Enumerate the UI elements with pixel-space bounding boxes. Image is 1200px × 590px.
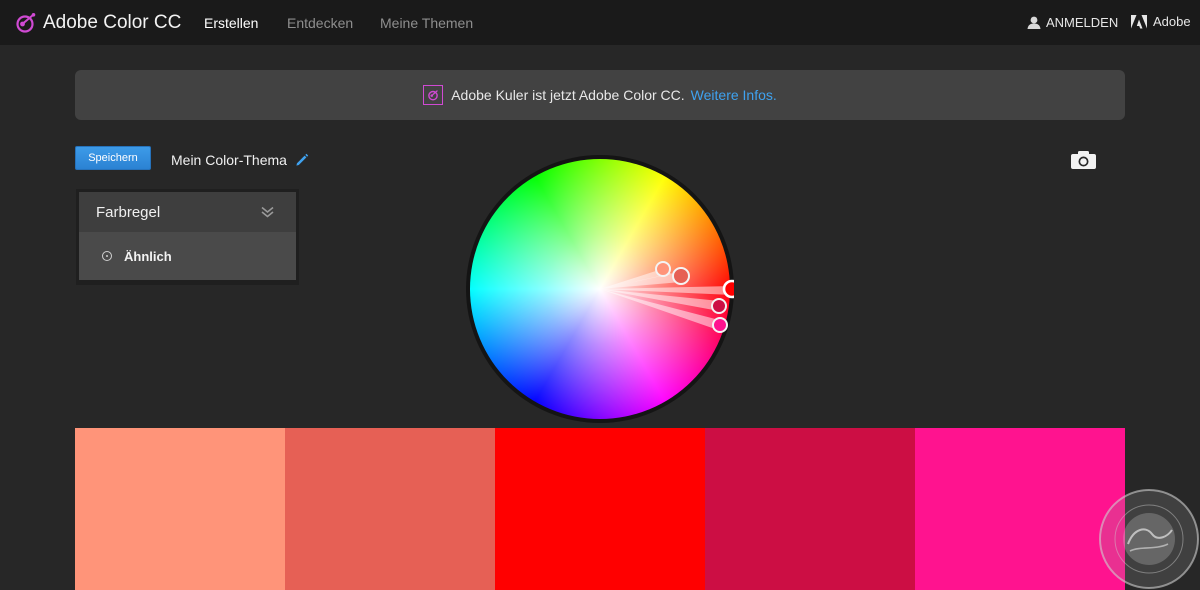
user-icon: [1027, 16, 1041, 29]
brand-title[interactable]: Adobe Color CC: [43, 12, 181, 34]
adobe-color-badge-icon: [423, 85, 444, 105]
watermark-logo: [1099, 489, 1199, 589]
info-banner: Adobe Kuler ist jetzt Adobe Color CC. We…: [75, 70, 1125, 120]
radio-icon[interactable]: [102, 251, 112, 261]
save-button[interactable]: Speichern: [75, 146, 151, 170]
color-rule-panel: Farbregel Ähnlich: [76, 189, 299, 285]
nav-entdecken[interactable]: Entdecken: [287, 15, 353, 31]
top-nav-bar: Adobe Color CC Erstellen Entdecken Meine…: [0, 0, 1200, 45]
color-rule-option-label: Ähnlich: [124, 249, 172, 264]
signin-label: ANMELDEN: [1046, 15, 1119, 30]
chevron-down-icon[interactable]: [261, 206, 274, 218]
color-rule-title: Farbregel: [96, 204, 161, 221]
nav-meine-themen[interactable]: Meine Themen: [380, 15, 473, 31]
camera-icon[interactable]: [1070, 150, 1097, 170]
color-wheel[interactable]: [466, 155, 734, 423]
swatch-2[interactable]: [285, 428, 495, 590]
swatch-3[interactable]: [495, 428, 705, 590]
swatch-row: [75, 428, 1125, 590]
pencil-icon[interactable]: [295, 153, 309, 167]
adobe-logo-icon: [1131, 14, 1147, 28]
nav-erstellen[interactable]: Erstellen: [204, 15, 258, 31]
signin-link[interactable]: ANMELDEN: [1027, 15, 1118, 30]
swatch-5[interactable]: [915, 428, 1125, 590]
adobe-label: Adobe: [1153, 14, 1191, 29]
banner-text: Adobe Kuler ist jetzt Adobe Color CC.: [451, 87, 685, 103]
color-rule-header[interactable]: Farbregel: [79, 192, 296, 232]
adobe-color-logo-icon[interactable]: [14, 12, 36, 34]
color-wheel-gradient[interactable]: [470, 159, 730, 419]
swatch-4[interactable]: [705, 428, 915, 590]
banner-more-info-link[interactable]: Weitere Infos.: [691, 87, 777, 103]
swatch-1[interactable]: [75, 428, 285, 590]
theme-name[interactable]: Mein Color-Thema: [171, 152, 287, 168]
adobe-link[interactable]: Adobe: [1131, 14, 1191, 29]
color-rule-option-analogous[interactable]: Ähnlich: [79, 232, 296, 280]
